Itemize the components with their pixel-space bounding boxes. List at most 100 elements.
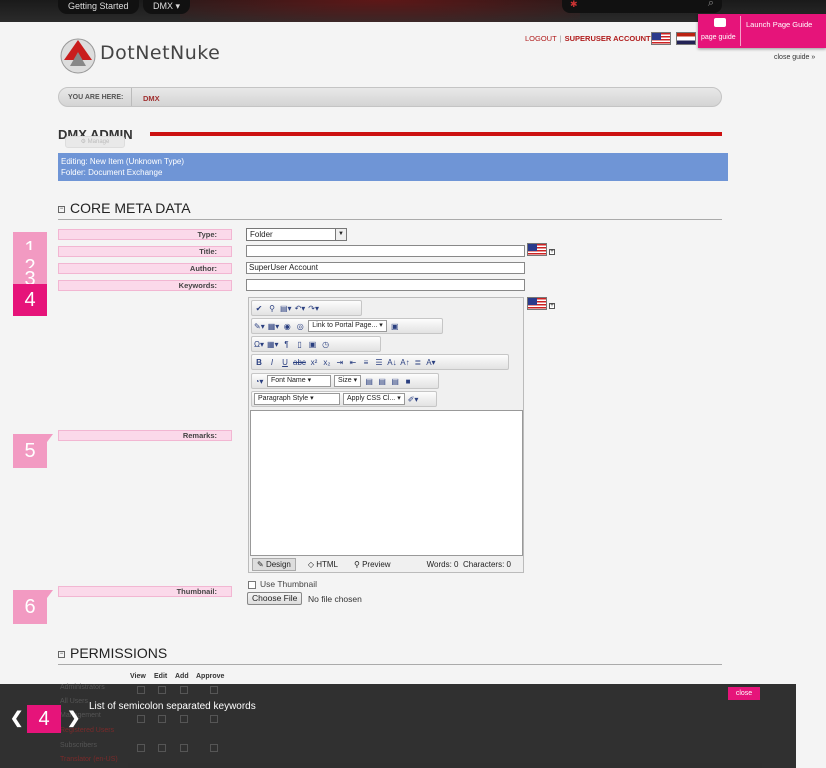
choose-file-button[interactable]: Choose File <box>247 592 303 605</box>
manage-button[interactable]: ⚙ Manage <box>65 136 125 148</box>
format-painter-icon[interactable]: ✐▾ <box>408 395 419 404</box>
flag-us-icon[interactable] <box>651 32 671 45</box>
guide-close-button[interactable]: close <box>728 687 760 700</box>
permission-checkbox[interactable] <box>180 715 188 723</box>
indent-icon[interactable]: ⇥ <box>335 358 345 367</box>
preview-mode-label: Preview <box>362 560 391 569</box>
image-manager-icon[interactable]: ▦▾ <box>268 322 280 331</box>
permission-checkbox[interactable] <box>137 715 145 723</box>
author-input[interactable]: SuperUser Account <box>246 262 525 274</box>
apply-css-class-dropdown[interactable]: Apply CSS Cl... ▾ <box>343 393 405 405</box>
align-left-icon[interactable]: ▤ <box>364 377 374 386</box>
close-guide-link[interactable]: close guide » <box>774 54 815 61</box>
format-stripper-icon[interactable]: ✎▾ <box>254 322 265 331</box>
collapse-icon[interactable]: − <box>58 205 65 213</box>
collapse-icon[interactable]: − <box>58 650 65 658</box>
menu-getting-started[interactable]: Getting Started <box>58 0 139 14</box>
guide-step-badge-active[interactable]: 4 <box>13 284 47 316</box>
use-thumbnail-checkbox[interactable]: Use Thumbnail <box>248 579 317 589</box>
underline-icon[interactable]: U <box>280 358 290 367</box>
hyperlink-icon[interactable]: ◉ <box>282 322 292 331</box>
page-guide-label: page guide <box>701 34 736 41</box>
permission-checkbox[interactable] <box>158 744 166 752</box>
preview-mode-tab[interactable]: ⚲ Preview <box>350 559 395 570</box>
keywords-input[interactable] <box>246 279 525 291</box>
strikethrough-icon[interactable]: abc <box>293 358 306 367</box>
chevron-down-icon[interactable]: ▼ <box>335 229 346 240</box>
align-right-icon[interactable]: ▤ <box>390 377 400 386</box>
convert-upper-icon[interactable]: A↑ <box>400 358 410 367</box>
account-link[interactable]: SUPERUSER ACCOUNT <box>565 34 651 43</box>
dotnetnuke-logo[interactable]: DotNetNuke <box>56 30 220 78</box>
paste-icon[interactable]: ▤▾ <box>280 304 292 313</box>
insert-table-icon[interactable]: ▦▾ <box>267 340 279 349</box>
unlink-icon[interactable]: ◎ <box>295 322 305 331</box>
guide-prev-icon[interactable]: ❮ <box>10 708 23 728</box>
redo-icon[interactable]: ↷▾ <box>308 304 319 313</box>
permission-checkbox[interactable] <box>137 744 145 752</box>
remarks-expand-icon[interactable]: + <box>549 303 555 309</box>
flag-nl-icon[interactable] <box>676 32 696 45</box>
italic-icon[interactable]: I <box>267 358 277 367</box>
snippet-icon[interactable]: ▯ <box>295 340 305 349</box>
remarks-edit-area[interactable] <box>250 410 523 556</box>
insert-time-icon[interactable]: ◷ <box>321 340 331 349</box>
font-color-icon[interactable]: A▾ <box>426 358 436 367</box>
logout-link[interactable]: LOGOUT <box>525 34 557 43</box>
search-icon[interactable]: ⌕ <box>708 0 714 10</box>
permission-checkbox[interactable] <box>158 686 166 694</box>
permission-checkbox[interactable] <box>210 744 218 752</box>
title-flag-us-icon[interactable] <box>527 243 547 256</box>
guide-step-badge[interactable]: 5 <box>13 434 53 468</box>
menu-dmx[interactable]: DMX ▾ <box>143 0 191 14</box>
title-input[interactable] <box>246 245 525 257</box>
guide-step-badge[interactable]: 3 <box>13 268 47 284</box>
design-mode-tab[interactable]: ✎ Design <box>252 558 296 571</box>
convert-lower-icon[interactable]: A↓ <box>387 358 397 367</box>
align-icon[interactable]: ≣ <box>413 358 423 367</box>
font-size-dropdown[interactable]: Size ▾ <box>334 375 362 387</box>
launch-page-guide-button[interactable]: page guide Launch Page Guide <box>698 14 826 48</box>
permission-checkbox[interactable] <box>180 686 188 694</box>
remarks-flag-us-icon[interactable] <box>527 297 547 310</box>
breadcrumb-item-dmx[interactable]: DMX <box>143 94 160 103</box>
media-manager-icon[interactable]: ▣ <box>390 322 400 331</box>
spellcheck-icon[interactable]: ✔ <box>254 304 264 313</box>
highlight-icon[interactable]: ◔▾ <box>254 377 264 386</box>
search-input[interactable]: ✱ ⌕ <box>562 0 722 13</box>
permission-checkbox[interactable] <box>180 744 188 752</box>
bullet-list-icon[interactable]: ☰ <box>374 358 384 367</box>
outdent-icon[interactable]: ⇤ <box>348 358 358 367</box>
html-mode-tab[interactable]: ◇ HTML <box>304 559 342 570</box>
type-select[interactable]: Folder ▼ <box>246 228 347 241</box>
align-center-icon[interactable]: ▤ <box>377 377 387 386</box>
link-portal-page-dropdown[interactable]: Link to Portal Page... ▾ <box>308 320 387 332</box>
permission-checkbox[interactable] <box>210 686 218 694</box>
permissions-title: PERMISSIONS <box>70 645 168 661</box>
table-row: All Users <box>60 698 89 705</box>
superscript-icon[interactable]: x² <box>309 358 319 367</box>
bold-icon[interactable]: B <box>254 358 264 367</box>
checkbox-icon[interactable] <box>248 580 256 589</box>
permission-checkbox[interactable] <box>137 686 145 694</box>
find-replace-icon[interactable]: ⚲ <box>267 304 277 313</box>
numbered-list-icon[interactable]: ≡ <box>361 358 371 367</box>
insert-date-icon[interactable]: ▣ <box>308 340 318 349</box>
perm-column-add: Add <box>175 673 189 680</box>
search-scope-icon[interactable]: ✱ <box>570 0 578 10</box>
subscript-icon[interactable]: x₂ <box>322 358 332 367</box>
core-meta-data-heading[interactable]: − CORE META DATA <box>58 200 722 220</box>
guide-step-badge[interactable]: 6 <box>13 590 53 624</box>
paragraph-icon[interactable]: ¶ <box>282 340 292 349</box>
guide-next-icon[interactable]: ❯ <box>67 708 80 728</box>
permission-checkbox[interactable] <box>158 715 166 723</box>
font-name-dropdown[interactable]: Font Name ▾ <box>267 375 331 387</box>
special-characters-icon[interactable]: Ω▾ <box>254 340 264 349</box>
title-expand-icon[interactable]: + <box>549 249 555 255</box>
permissions-heading[interactable]: − PERMISSIONS <box>58 645 722 665</box>
user-links: LOGOUT | SUPERUSER ACCOUNT <box>525 34 651 43</box>
undo-icon[interactable]: ↶▾ <box>295 304 306 313</box>
align-justify-icon[interactable]: ■ <box>403 377 413 386</box>
paragraph-style-dropdown[interactable]: Paragraph Style ▾ <box>254 393 340 405</box>
permission-checkbox[interactable] <box>210 715 218 723</box>
